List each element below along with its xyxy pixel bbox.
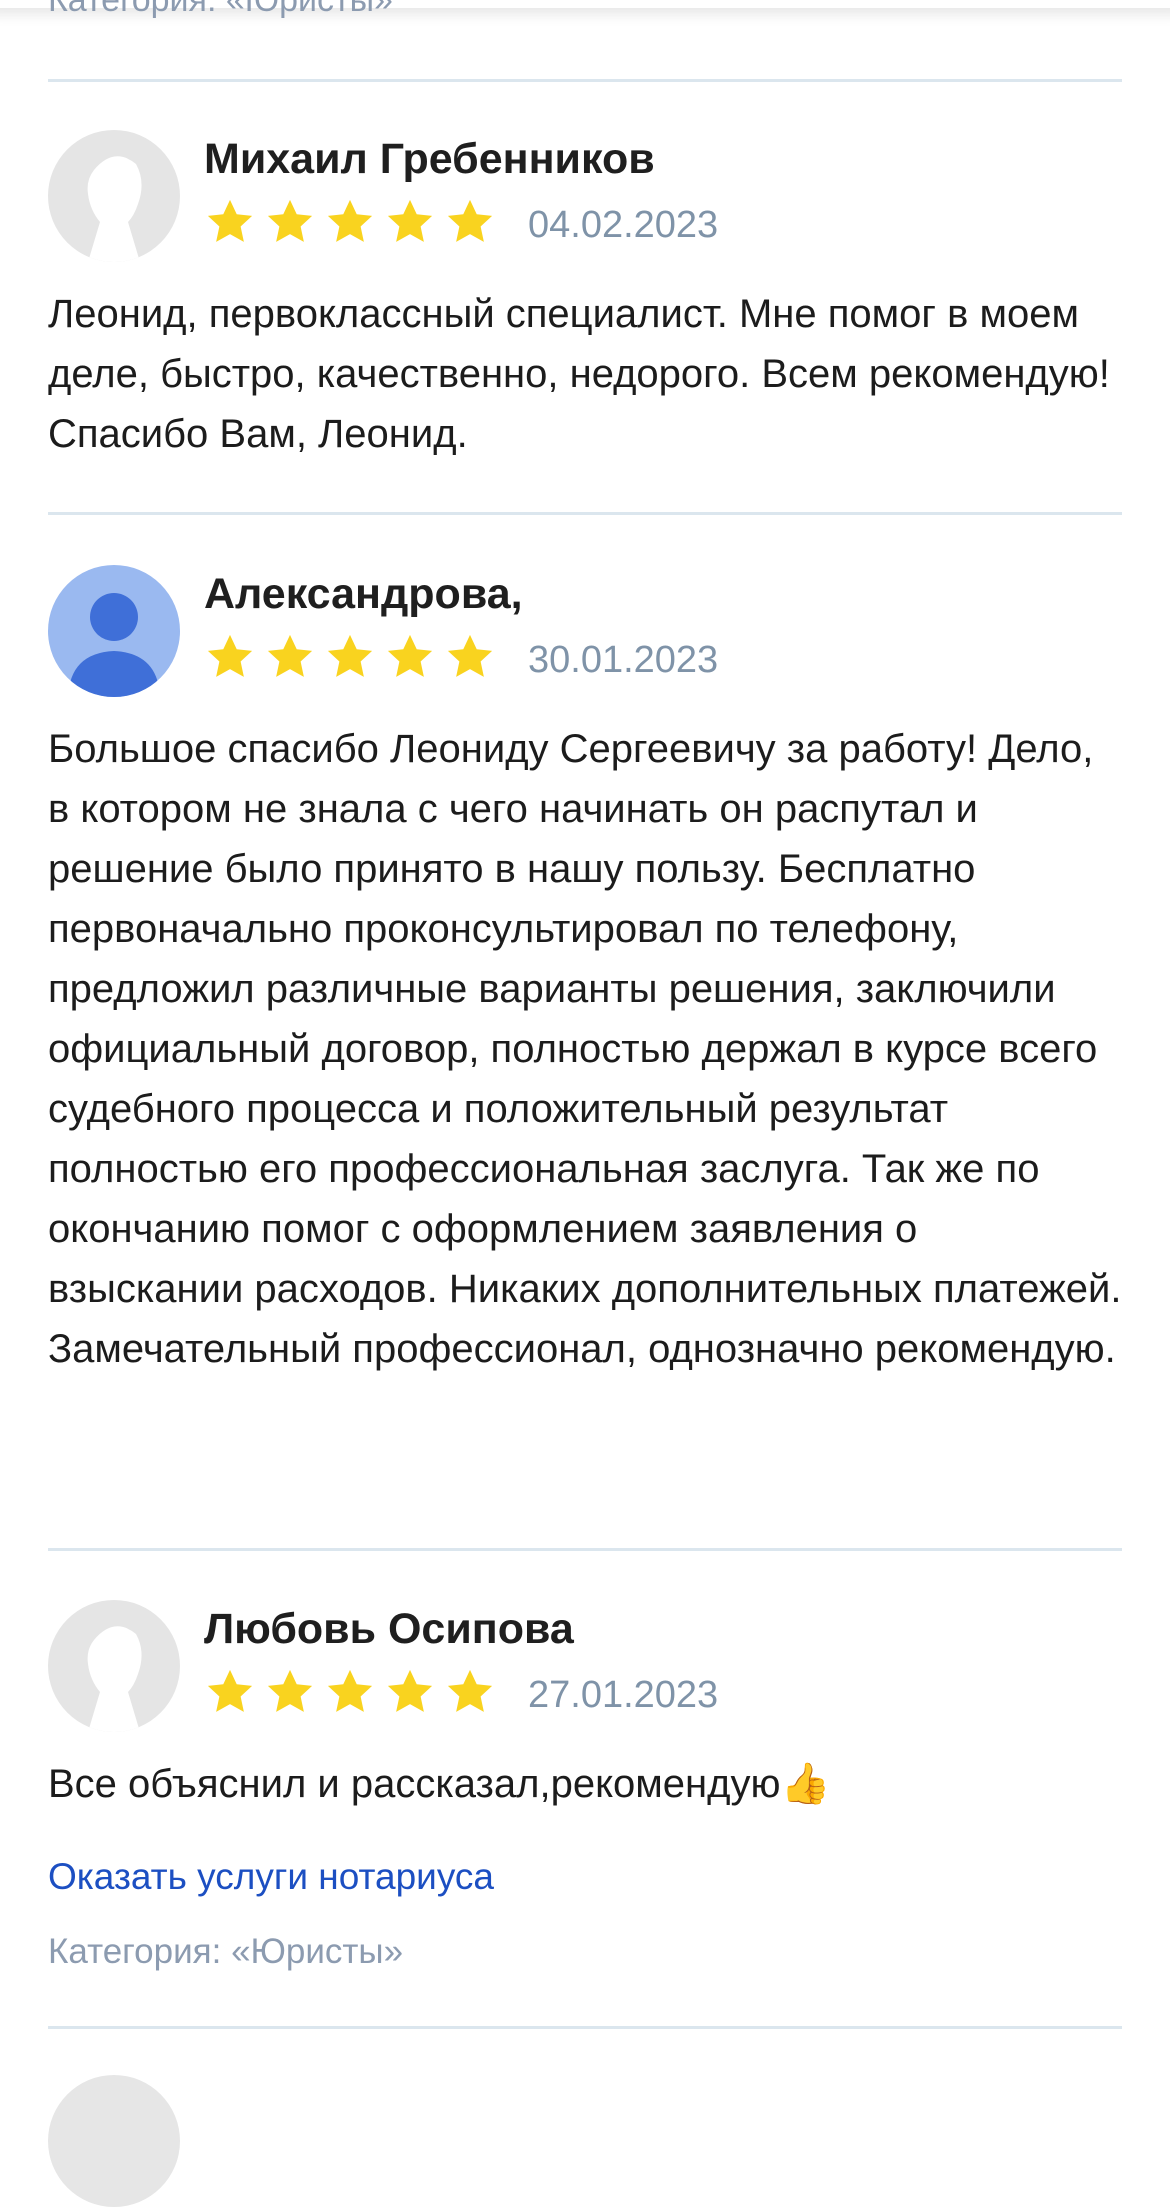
- rating-stars: [204, 196, 496, 250]
- review-card: Любовь Осипова 27.01.2023 Все объяснил и…: [48, 1600, 1122, 1840]
- user-silhouette-icon: [48, 130, 180, 262]
- review-card: Михаил Гребенников 04.02.2023 Леонид, пе…: [48, 130, 1122, 470]
- next-review-avatar[interactable]: [48, 2075, 180, 2207]
- star-icon: [324, 1666, 376, 1720]
- review-date: 04.02.2023: [528, 204, 719, 246]
- review-text: Все объяснил и рассказал,рекомендую👍: [48, 1762, 831, 1806]
- previous-review-category: Категория: «Юристы»: [48, 0, 393, 19]
- avatar[interactable]: [48, 1600, 180, 1732]
- star-icon: [324, 196, 376, 250]
- review-category: Категория: «Юристы»: [48, 1932, 404, 1971]
- review-text: Леонид, первоклассный специалист. Мне по…: [48, 292, 1110, 456]
- rating-stars: [204, 1666, 496, 1720]
- service-link[interactable]: Оказать услуги нотариуса: [48, 1854, 494, 1900]
- star-icon: [264, 196, 316, 250]
- star-icon: [384, 196, 436, 250]
- user-silhouette-icon: [48, 1600, 180, 1732]
- review-date: 27.01.2023: [528, 1674, 719, 1716]
- rating-stars: [204, 631, 496, 685]
- review-date: 30.01.2023: [528, 639, 719, 681]
- review-author[interactable]: Михаил Гребенников: [204, 132, 655, 186]
- review-author[interactable]: Любовь Осипова: [204, 1602, 574, 1656]
- star-icon: [444, 631, 496, 685]
- star-icon: [204, 631, 256, 685]
- star-icon: [444, 196, 496, 250]
- star-icon: [384, 1666, 436, 1720]
- person-icon: [48, 565, 180, 697]
- star-icon: [264, 631, 316, 685]
- star-icon: [324, 631, 376, 685]
- review-card: Александрова, 30.01.2023 Большое спасибо…: [48, 565, 1122, 1525]
- star-icon: [264, 1666, 316, 1720]
- divider: [48, 512, 1122, 515]
- divider: [48, 79, 1122, 82]
- star-icon: [384, 631, 436, 685]
- divider: [48, 2026, 1122, 2029]
- review-author[interactable]: Александрова,: [204, 567, 523, 621]
- avatar[interactable]: [48, 565, 180, 697]
- star-icon: [204, 1666, 256, 1720]
- avatar[interactable]: [48, 130, 180, 262]
- star-icon: [444, 1666, 496, 1720]
- star-icon: [204, 196, 256, 250]
- review-text: Большое спасибо Леониду Сергеевичу за ра…: [48, 727, 1122, 1371]
- divider: [48, 1548, 1122, 1551]
